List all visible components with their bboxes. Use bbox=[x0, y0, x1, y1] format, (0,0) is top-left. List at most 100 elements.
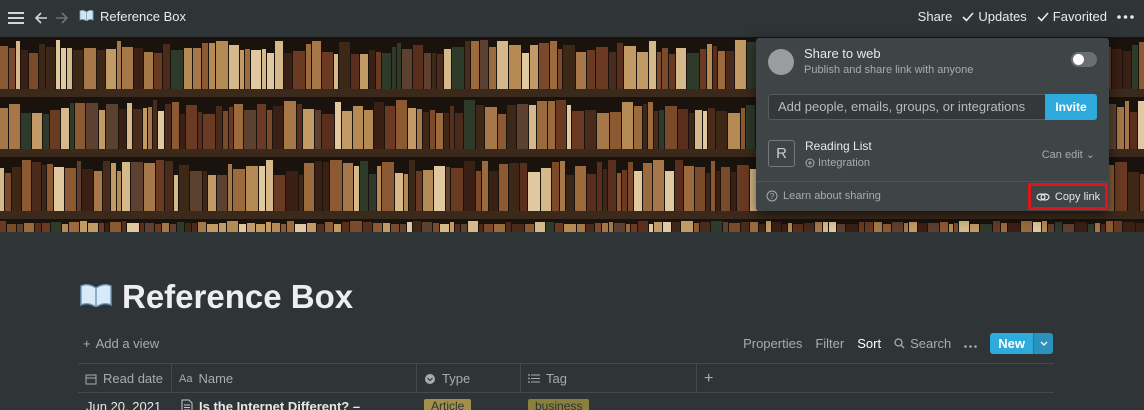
book-spine bbox=[1008, 223, 1020, 232]
type-tag[interactable]: Article bbox=[424, 399, 472, 410]
book-spine bbox=[382, 162, 394, 211]
book-spine bbox=[56, 40, 60, 89]
book-spine bbox=[759, 224, 765, 232]
book-spine bbox=[342, 111, 352, 149]
book-spine bbox=[711, 221, 722, 232]
book-spine bbox=[343, 163, 353, 211]
book-spine bbox=[649, 224, 653, 232]
add-column-plus-icon[interactable]: + bbox=[697, 364, 737, 393]
book-spine bbox=[0, 108, 8, 149]
book-spine bbox=[575, 165, 586, 211]
filter-button[interactable]: Filter bbox=[815, 336, 844, 351]
book-spine bbox=[595, 222, 601, 232]
book-spine bbox=[451, 167, 463, 211]
favorited-button[interactable]: Favorited bbox=[1037, 9, 1107, 24]
back-arrow-icon[interactable] bbox=[31, 8, 51, 28]
book-spine bbox=[610, 112, 621, 149]
book-spine bbox=[520, 162, 527, 211]
book-spine bbox=[904, 223, 908, 232]
share-to-web-toggle[interactable] bbox=[1071, 52, 1097, 67]
book-spine bbox=[750, 221, 758, 232]
book-spine bbox=[631, 224, 637, 232]
book-spine bbox=[82, 168, 93, 211]
book-spine bbox=[9, 104, 20, 149]
book-spine bbox=[678, 109, 688, 149]
cell-read-date[interactable]: Jun 20, 2021 bbox=[86, 399, 161, 410]
more-options-icon[interactable] bbox=[1117, 14, 1134, 19]
topbar-actions: Share Updates Favorited bbox=[918, 9, 1134, 24]
book-spine bbox=[229, 107, 233, 149]
book-spine bbox=[99, 109, 105, 149]
book-spine bbox=[70, 102, 74, 149]
book-spine bbox=[360, 53, 368, 89]
tag-badge[interactable]: business bbox=[528, 399, 590, 410]
avatar: R bbox=[768, 140, 795, 167]
invite-input[interactable]: Add people, emails, groups, or integrati… bbox=[768, 94, 1097, 120]
book-spine bbox=[363, 221, 372, 232]
book-spine bbox=[617, 43, 623, 89]
invite-button[interactable]: Invite bbox=[1045, 94, 1097, 120]
cell-name[interactable]: Is the Internet Different? – bbox=[181, 399, 360, 410]
book-spine bbox=[556, 99, 566, 149]
book-spine bbox=[303, 109, 314, 149]
book-spine bbox=[485, 106, 497, 149]
book-spine bbox=[746, 104, 755, 149]
book-spine bbox=[304, 163, 314, 211]
more-options-icon[interactable] bbox=[964, 336, 978, 351]
chevron-down-icon[interactable] bbox=[1033, 333, 1053, 354]
hamburger-menu-icon[interactable] bbox=[6, 8, 26, 28]
forward-arrow-icon[interactable] bbox=[52, 8, 72, 28]
book-spine bbox=[576, 51, 586, 89]
column-read-date[interactable]: Read date bbox=[78, 364, 172, 393]
book-spine bbox=[430, 110, 435, 149]
breadcrumb[interactable]: Reference Box bbox=[79, 9, 186, 24]
learn-about-sharing-link[interactable]: ? Learn about sharing bbox=[766, 190, 881, 202]
add-view-button[interactable]: + Add a view bbox=[83, 336, 159, 351]
updates-button[interactable]: Updates bbox=[962, 9, 1027, 24]
share-button[interactable]: Share bbox=[918, 9, 953, 24]
properties-button[interactable]: Properties bbox=[743, 336, 802, 351]
book-spine bbox=[307, 222, 316, 232]
book-spine bbox=[659, 109, 664, 149]
book-spine bbox=[663, 222, 671, 232]
book-spine bbox=[203, 171, 207, 211]
book-spine bbox=[423, 112, 429, 149]
book-spine bbox=[628, 161, 633, 211]
book-spine bbox=[823, 221, 828, 232]
column-tag[interactable]: Tag bbox=[521, 364, 697, 393]
book-spine bbox=[489, 47, 496, 89]
book-spine bbox=[476, 105, 484, 149]
permission-dropdown[interactable]: Can edit ⌄ bbox=[1042, 148, 1095, 161]
new-button[interactable]: New bbox=[990, 333, 1053, 354]
book-spine bbox=[32, 162, 41, 211]
book-spine bbox=[741, 108, 745, 149]
book-spine bbox=[1117, 106, 1124, 149]
book-spine bbox=[29, 53, 38, 89]
book-spine bbox=[110, 221, 121, 232]
book-spine bbox=[455, 223, 460, 232]
search-button[interactable]: Search bbox=[894, 336, 951, 351]
share-to-web-row: Share to web Publish and share link with… bbox=[768, 46, 973, 76]
book-spine bbox=[1001, 222, 1007, 232]
shelf-board bbox=[0, 211, 1144, 219]
book-spine bbox=[1125, 101, 1129, 149]
book-spine bbox=[0, 46, 8, 89]
column-name[interactable]: Aa Name bbox=[172, 364, 417, 393]
open-book-icon[interactable] bbox=[80, 283, 112, 312]
book-spine bbox=[706, 173, 710, 211]
search-label: Search bbox=[910, 336, 952, 351]
book-spine bbox=[322, 114, 334, 149]
sort-button[interactable]: Sort bbox=[857, 336, 881, 351]
book-spine bbox=[566, 174, 574, 211]
svg-text:?: ? bbox=[770, 192, 775, 201]
check-icon bbox=[1037, 11, 1049, 22]
book-spine bbox=[716, 171, 720, 211]
book-spine bbox=[529, 104, 536, 149]
column-type[interactable]: Type bbox=[417, 364, 521, 393]
book-spine bbox=[669, 54, 675, 89]
copy-link-button[interactable]: Copy link bbox=[1028, 183, 1108, 210]
page-heading[interactable]: Reference Box bbox=[122, 278, 353, 316]
book-spine bbox=[46, 47, 55, 89]
book-spine bbox=[949, 224, 953, 232]
book-spine bbox=[281, 223, 286, 232]
